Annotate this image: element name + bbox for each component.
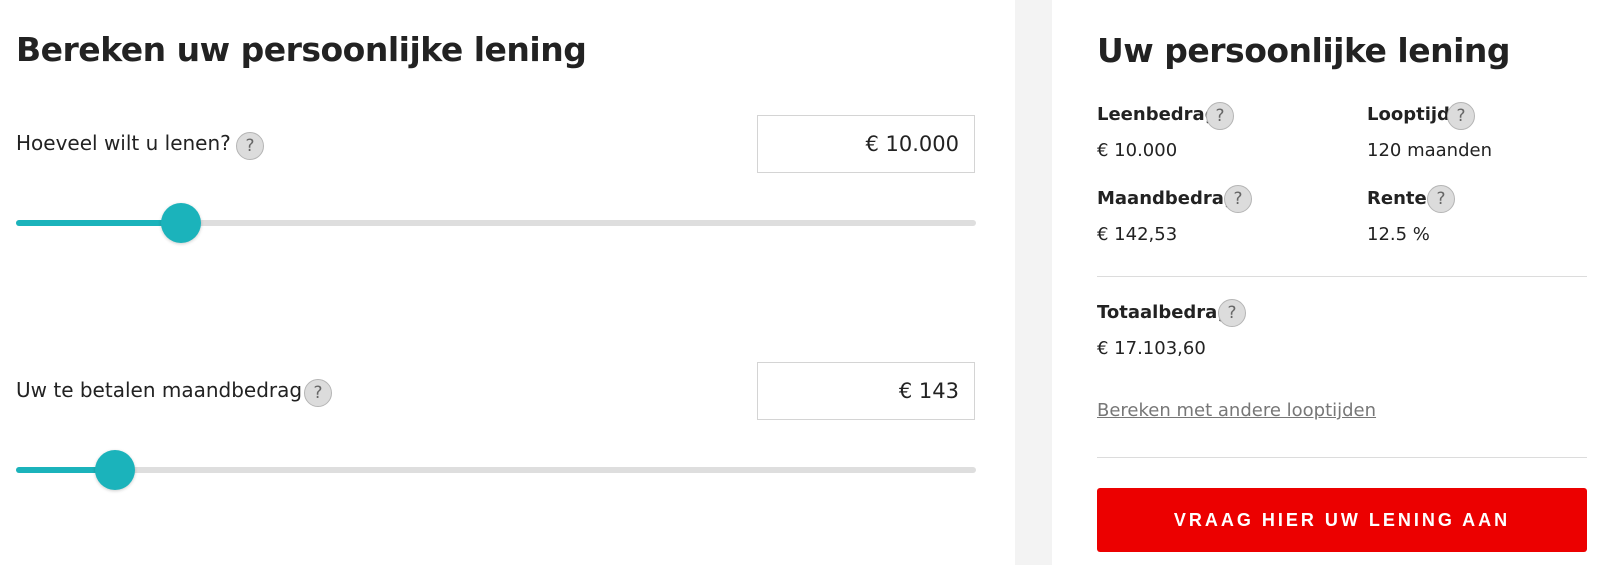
summary-loan-amount-value: € 10.000	[1097, 140, 1178, 161]
summary-total-value: € 17.103,60	[1097, 338, 1206, 359]
summary-term-label: Looptijd	[1367, 104, 1450, 125]
summary-loan-amount-help-icon[interactable]: ?	[1206, 102, 1234, 130]
slider-fill	[16, 220, 182, 226]
loan-amount-slider[interactable]	[16, 203, 976, 243]
panel-gutter	[1015, 0, 1052, 565]
calculator-title: Bereken uw persoonlijke lening	[16, 30, 587, 69]
summary-title: Uw persoonlijke lening	[1097, 31, 1511, 70]
slider-thumb[interactable]	[94, 450, 135, 490]
loan-amount-label: Hoeveel wilt u lenen?	[16, 131, 231, 155]
summary-total-label: Totaalbedrag	[1097, 302, 1231, 323]
summary-interest-value: 12.5 %	[1367, 224, 1430, 245]
summary-term-value: 120 maanden	[1367, 140, 1492, 161]
summary-divider	[1097, 276, 1587, 277]
summary-monthly-help-icon[interactable]: ?	[1224, 185, 1252, 213]
slider-thumb[interactable]	[161, 203, 202, 243]
summary-interest-label: Rente	[1367, 188, 1427, 209]
summary-monthly-value: € 142,53	[1097, 224, 1178, 245]
apply-loan-button[interactable]: VRAAG HIER UW LENING AAN	[1097, 488, 1587, 552]
summary-loan-amount-label: Leenbedrag	[1097, 104, 1218, 125]
monthly-payment-field[interactable]: € 143	[757, 362, 975, 420]
other-terms-link[interactable]: Bereken met andere looptijden	[1097, 400, 1376, 421]
monthly-payment-label: Uw te betalen maandbedrag	[16, 378, 303, 402]
summary-term-help-icon[interactable]: ?	[1447, 102, 1475, 130]
summary-interest-help-icon[interactable]: ?	[1427, 185, 1455, 213]
summary-divider	[1097, 457, 1587, 458]
loan-summary-panel	[1052, 0, 1600, 565]
summary-monthly-label: Maandbedrag	[1097, 188, 1237, 209]
loan-calculator-panel: Bereken uw persoonlijke lening Hoeveel w…	[0, 0, 1015, 565]
monthly-payment-slider[interactable]	[16, 450, 976, 490]
loan-amount-help-icon[interactable]: ?	[236, 132, 264, 160]
summary-total-help-icon[interactable]: ?	[1218, 299, 1246, 327]
monthly-payment-help-icon[interactable]: ?	[304, 379, 332, 407]
loan-amount-field[interactable]: € 10.000	[757, 115, 975, 173]
slider-track	[16, 467, 976, 473]
